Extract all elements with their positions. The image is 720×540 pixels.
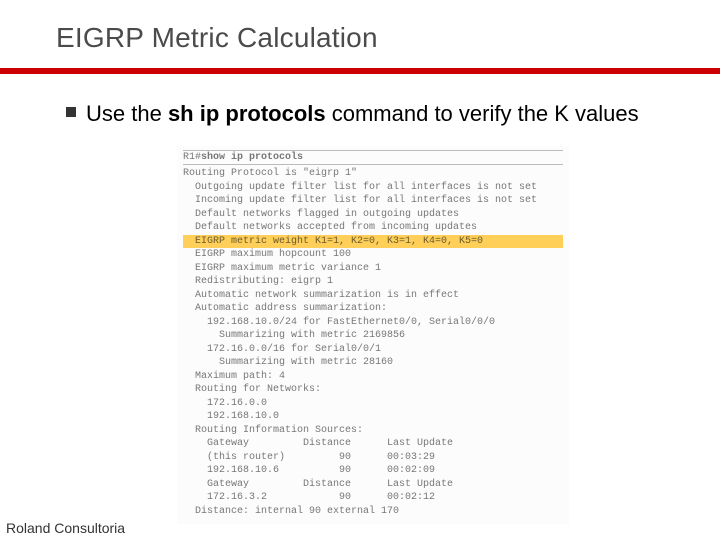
console-line: 172.16.0.0 bbox=[183, 397, 563, 411]
console-line: Default networks accepted from incoming … bbox=[183, 221, 563, 235]
console-line: 172.16.3.2 90 00:02:12 bbox=[183, 491, 563, 505]
console-command: show ip protocols bbox=[201, 152, 303, 163]
console-prompt: R1# bbox=[183, 152, 201, 163]
bullet-square-icon bbox=[66, 107, 76, 117]
console-line: Gateway Distance Last Update bbox=[183, 437, 563, 451]
bullet-pre: Use the bbox=[86, 101, 168, 126]
console-line: Incoming update filter list for all inte… bbox=[183, 194, 563, 208]
console-line: Summarizing with metric 2169856 bbox=[183, 329, 563, 343]
bullet-text: Use the sh ip protocols command to verif… bbox=[86, 100, 639, 128]
bullet-item: Use the sh ip protocols command to verif… bbox=[66, 100, 680, 128]
console-line: Outgoing update filter list for all inte… bbox=[183, 181, 563, 195]
console-command-line: R1#show ip protocols bbox=[183, 150, 563, 166]
console-highlight-line: EIGRP metric weight K1=1, K2=0, K3=1, K4… bbox=[183, 235, 563, 249]
slide-title: EIGRP Metric Calculation bbox=[56, 22, 720, 54]
console-line: Routing Protocol is "eigrp 1" bbox=[183, 167, 563, 181]
console-line: Routing for Networks: bbox=[183, 383, 563, 397]
console-line: EIGRP maximum hopcount 100 bbox=[183, 248, 563, 262]
console-line: Distance: internal 90 external 170 bbox=[183, 505, 563, 519]
console-line: EIGRP maximum metric variance 1 bbox=[183, 262, 563, 276]
footer-brand: Roland Consultoria bbox=[6, 520, 125, 536]
console-line: Maximum path: 4 bbox=[183, 370, 563, 384]
console-line: 192.168.10.6 90 00:02:09 bbox=[183, 464, 563, 478]
console-line: Redistributing: eigrp 1 bbox=[183, 275, 563, 289]
metric-weight-highlight: EIGRP metric weight K1=1, K2=0, K3=1, K4… bbox=[183, 235, 563, 249]
bullet-post: command to verify the K values bbox=[326, 101, 639, 126]
bullet-command: sh ip protocols bbox=[168, 101, 326, 126]
console-output: R1#show ip protocols Routing Protocol is… bbox=[177, 146, 569, 525]
console-line: (this router) 90 00:03:29 bbox=[183, 451, 563, 465]
console-line: Automatic network summarization is in ef… bbox=[183, 289, 563, 303]
console-line: 192.168.10.0/24 for FastEthernet0/0, Ser… bbox=[183, 316, 563, 330]
console-line: Gateway Distance Last Update bbox=[183, 478, 563, 492]
console-line: Summarizing with metric 28160 bbox=[183, 356, 563, 370]
console-line: 192.168.10.0 bbox=[183, 410, 563, 424]
console-line: Routing Information Sources: bbox=[183, 424, 563, 438]
console-line: 172.16.0.0/16 for Serial0/0/1 bbox=[183, 343, 563, 357]
console-line: Default networks flagged in outgoing upd… bbox=[183, 208, 563, 222]
console-line: Automatic address summarization: bbox=[183, 302, 563, 316]
